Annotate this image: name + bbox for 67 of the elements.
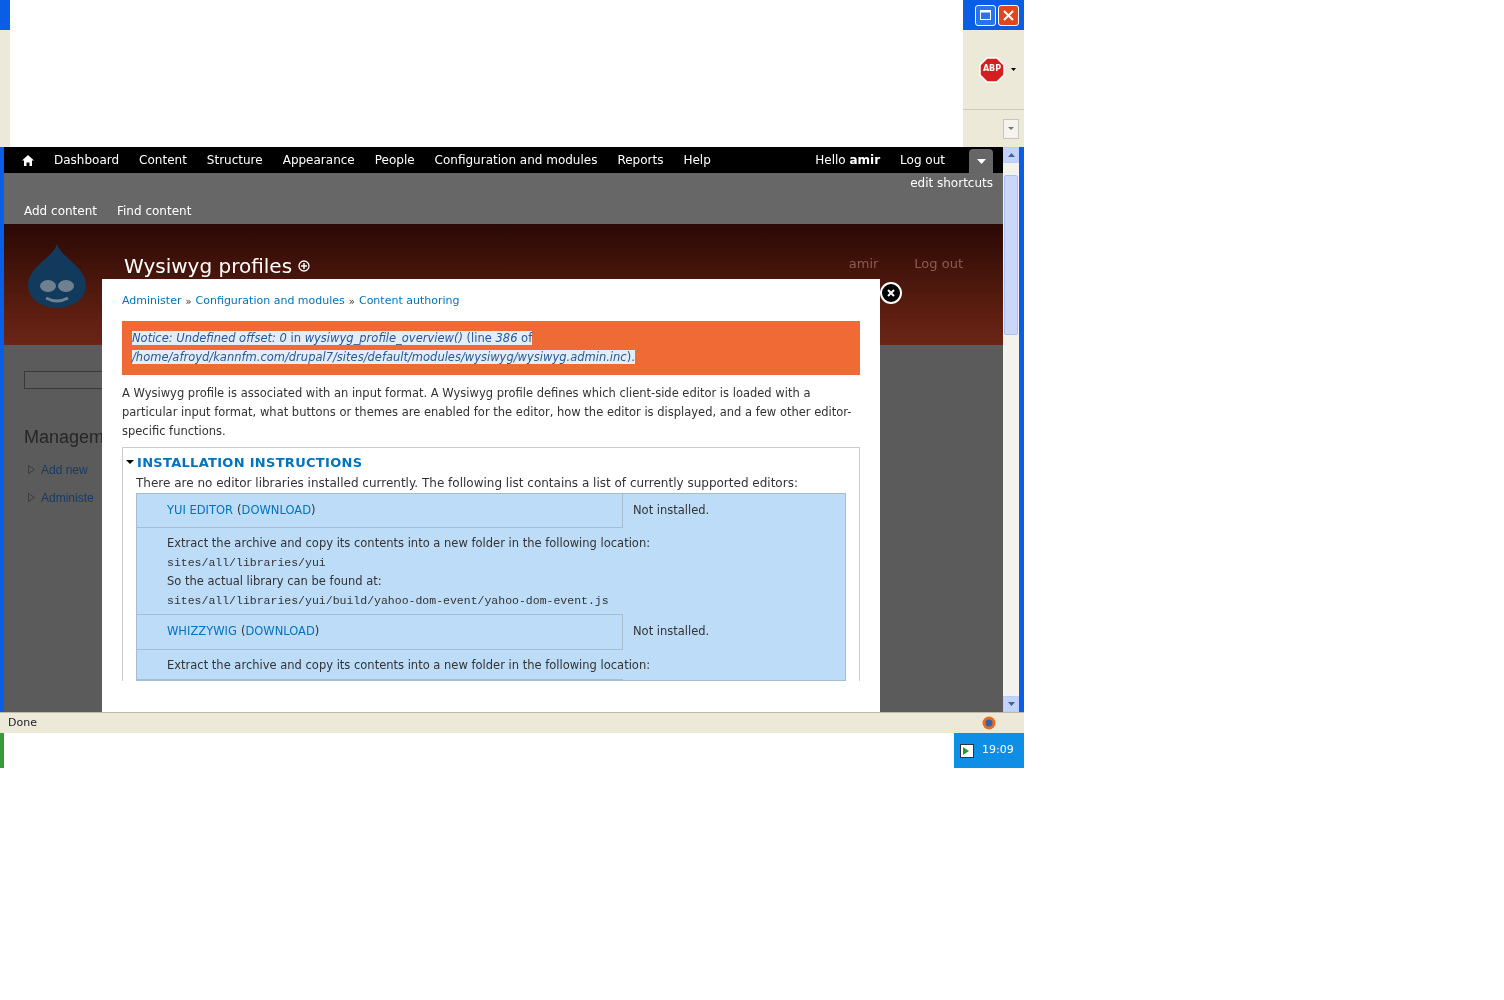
breadcrumb-separator: » xyxy=(185,294,192,309)
path-text: sites/all/libraries/yui xyxy=(167,555,327,572)
path-text: sites/all/libraries/yui/build/yahoo-dom-event/yahoo-dom-event.js xyxy=(167,593,610,610)
maximize-icon xyxy=(980,10,991,20)
edit-shortcuts-link[interactable]: edit shortcuts xyxy=(910,173,1003,192)
menu-link[interactable]: Help xyxy=(673,151,721,169)
stop-sign-icon xyxy=(979,56,1005,83)
shortcut-link[interactable]: Find content xyxy=(107,202,202,220)
bracket-text: ( xyxy=(240,623,246,641)
caret-icon xyxy=(126,458,134,467)
clock-text: 19:09 xyxy=(982,742,1014,759)
menu-link[interactable]: Dashboard xyxy=(44,151,130,169)
plus-circle-icon[interactable] xyxy=(298,260,311,272)
start-button[interactable] xyxy=(0,733,4,768)
adblock-label: ABP xyxy=(981,63,1003,73)
instruction-text: So the actual library can be found at: xyxy=(167,573,383,591)
triangle-icon xyxy=(28,465,35,475)
drop-logo xyxy=(26,244,88,308)
editor-link[interactable]: WHIZZYWIG xyxy=(167,623,237,641)
user-link[interactable]: Log out xyxy=(914,254,963,274)
close-icon xyxy=(1003,9,1014,21)
scroll-thumb[interactable] xyxy=(1004,175,1018,335)
status-cell-text: Not installed. xyxy=(632,502,711,519)
breadcrumb-separator: » xyxy=(348,294,355,309)
bracket-text: ) xyxy=(311,502,316,519)
breadcrumb-link[interactable]: Configuration and modules xyxy=(195,293,345,310)
shortcuts-toggle-button[interactable] xyxy=(969,149,993,173)
description-text: A Wysiwyg profile is associated with an input format. A Wysiwyg profile defines which client-side editor is loaded with a particular input format, what buttons or themes are enabled for the editor, how the editor is displayed, and a few other editor-specific functions. xyxy=(122,384,853,440)
breadcrumb-link[interactable]: Content authoring xyxy=(358,293,460,310)
triangle-icon xyxy=(28,493,35,503)
download-link[interactable]: DOWNLOAD xyxy=(241,502,312,520)
fieldset-legend[interactable]: INSTALLATION INSTRUCTIONS xyxy=(126,452,363,472)
menu-link[interactable]: People xyxy=(364,151,425,169)
breadcrumb-link[interactable]: Administer xyxy=(122,293,182,310)
dropdown-arrow-icon[interactable] xyxy=(1011,68,1016,71)
shortcut-link[interactable]: Add content xyxy=(14,202,107,220)
page-title: Wysiwyg profiles xyxy=(124,254,293,278)
search-field[interactable] xyxy=(24,371,104,389)
adblock-button[interactable]: ABP xyxy=(979,56,1005,83)
instruction-text: Extract the archive and copy its contents into a new folder in the following location: xyxy=(167,535,652,553)
close-icon xyxy=(887,289,895,297)
download-link[interactable]: DOWNLOAD xyxy=(245,623,315,641)
menu-link[interactable]: Content xyxy=(129,151,197,169)
home-icon xyxy=(22,154,34,166)
dropdown-arrow-icon xyxy=(1008,127,1014,130)
scrollbar[interactable] xyxy=(1003,147,1019,712)
user-link[interactable]: amir xyxy=(848,254,879,274)
status-text: Done xyxy=(8,714,37,731)
intro-text: There are no editor libraries installed currently. The following list contains a list of currently supported editors: xyxy=(136,475,799,492)
menu-link[interactable]: Structure xyxy=(196,151,273,169)
menu-link[interactable]: Reports xyxy=(607,151,674,169)
scroll-up-button[interactable] xyxy=(1003,147,1019,163)
bracket-text: ( xyxy=(237,502,242,519)
editor-link[interactable]: YUI EDITOR xyxy=(167,502,234,520)
logout-link[interactable]: Log out xyxy=(890,151,955,169)
down-arrow-icon xyxy=(1007,702,1015,706)
menu-link[interactable]: Appearance xyxy=(272,151,365,169)
instruction-text: Extract the archive and copy its contents into a new folder in the following location: xyxy=(167,656,652,674)
status-cell-text: Not installed. xyxy=(632,623,711,641)
maximize-button[interactable] xyxy=(975,4,996,26)
globe-icon xyxy=(982,716,996,730)
menu-link[interactable]: Configuration and modules xyxy=(424,151,608,169)
greeting-text: Hello amir xyxy=(815,152,882,169)
caret-down-icon xyxy=(976,158,986,164)
bracket-text: ) xyxy=(314,623,320,641)
up-arrow-icon xyxy=(1007,153,1015,157)
scroll-down-button[interactable] xyxy=(1003,696,1019,712)
